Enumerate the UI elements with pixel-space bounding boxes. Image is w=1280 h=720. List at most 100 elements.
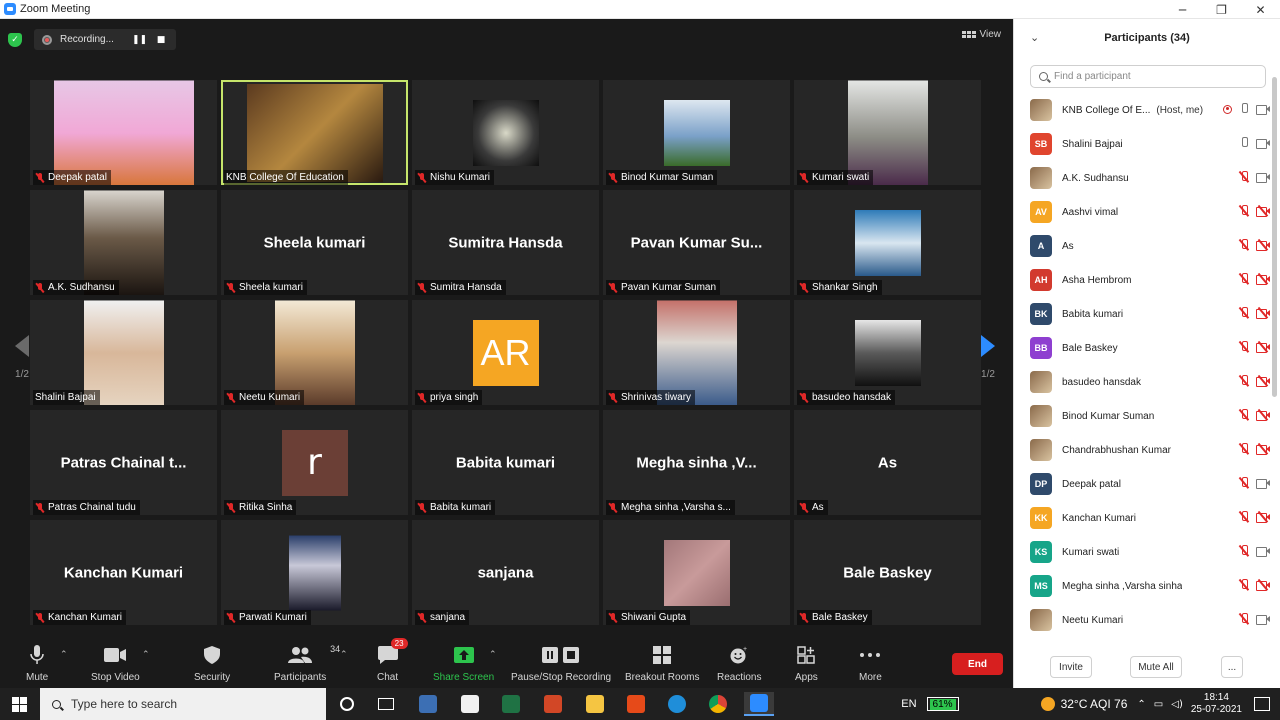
video-tile[interactable]: Shrinivas tiwary <box>603 300 790 405</box>
video-tile[interactable]: Pavan Kumar Su... Pavan Kumar Suman <box>603 190 790 295</box>
video-tile[interactable]: Shiwani Gupta <box>603 520 790 625</box>
mic-muted-icon[interactable] <box>1240 307 1248 319</box>
mic-muted-icon[interactable] <box>1240 239 1248 251</box>
panel-more-button[interactable]: ... <box>1221 656 1243 678</box>
invite-button[interactable]: Invite <box>1050 656 1092 678</box>
mute-button[interactable]: Mute <box>26 644 48 683</box>
chat-button[interactable]: 23 Chat <box>377 638 408 683</box>
video-tile[interactable]: Deepak patal <box>30 80 217 185</box>
video-camera-icon[interactable] <box>1256 172 1270 183</box>
language-indicator[interactable]: EN <box>901 698 916 710</box>
breakout-rooms-button[interactable]: Breakout Rooms <box>625 644 699 683</box>
video-off-icon[interactable] <box>1256 511 1270 523</box>
apps-button[interactable]: Apps <box>795 644 818 683</box>
mic-muted-icon[interactable] <box>1240 511 1248 523</box>
share-screen-button[interactable]: Share Screen <box>433 644 494 683</box>
battery-indicator[interactable]: 61% <box>926 697 959 711</box>
participant-row[interactable]: AV Aashvi vimal <box>1030 195 1270 229</box>
minimize-button[interactable]: ─ <box>1163 0 1202 19</box>
video-tile[interactable]: KNB College Of Education <box>221 80 408 185</box>
video-tile[interactable]: Shankar Singh <box>794 190 981 295</box>
video-options-caret-icon[interactable]: ⌃ <box>142 650 150 660</box>
more-button[interactable]: More <box>859 644 882 683</box>
participant-row[interactable]: SB Shalini Bajpai <box>1030 127 1270 161</box>
video-tile[interactable]: Kanchan Kumari Kanchan Kumari <box>30 520 217 625</box>
file-explorer-icon[interactable] <box>580 692 610 716</box>
view-button[interactable]: View <box>961 29 1001 40</box>
mic-muted-icon[interactable] <box>1240 273 1248 285</box>
video-tile[interactable]: Bale Baskey Bale Baskey <box>794 520 981 625</box>
participant-row[interactable]: Chandrabhushan Kumar <box>1030 433 1270 467</box>
video-tile[interactable]: r Ritika Sinha <box>221 410 408 515</box>
security-button[interactable]: Security <box>194 644 230 683</box>
participant-row[interactable]: KK Kanchan Kumari <box>1030 501 1270 535</box>
participant-row[interactable]: KNB College Of E... (Host, me) <box>1030 93 1270 127</box>
video-off-icon[interactable] <box>1256 341 1270 353</box>
mic-muted-icon[interactable] <box>1240 477 1248 489</box>
taskbar-search-box[interactable]: Type here to search <box>40 688 326 720</box>
video-off-icon[interactable] <box>1256 239 1270 251</box>
video-tile[interactable]: Sumitra Hansda Sumitra Hansda <box>412 190 599 295</box>
stop-recording-button[interactable]: ■ <box>154 35 168 45</box>
participant-row[interactable]: AH Asha Hembrom <box>1030 263 1270 297</box>
pause-recording-button[interactable]: ❚❚ <box>132 35 147 45</box>
video-camera-icon[interactable] <box>1256 614 1270 625</box>
find-participant-input[interactable]: Find a participant <box>1030 65 1266 88</box>
video-off-icon[interactable] <box>1256 375 1270 387</box>
video-camera-icon[interactable] <box>1256 546 1270 557</box>
video-tile[interactable]: basudeo hansdak <box>794 300 981 405</box>
participant-row[interactable]: A As <box>1030 229 1270 263</box>
notifications-icon[interactable] <box>1254 697 1270 711</box>
mic-muted-icon[interactable] <box>1240 443 1248 455</box>
mic-muted-icon[interactable] <box>1240 375 1248 387</box>
video-tile[interactable]: Babita kumari Babita kumari <box>412 410 599 515</box>
task-view-icon[interactable] <box>371 692 401 716</box>
video-tile[interactable]: Sheela kumari Sheela kumari <box>221 190 408 295</box>
video-tile[interactable]: Neetu Kumari <box>221 300 408 405</box>
mic-muted-icon[interactable] <box>1240 613 1248 625</box>
video-off-icon[interactable] <box>1256 579 1270 591</box>
audio-options-caret-icon[interactable]: ⌃ <box>60 650 68 660</box>
participant-row[interactable]: KS Kumari swati <box>1030 535 1270 569</box>
video-tile[interactable]: AR priya singh <box>412 300 599 405</box>
video-tile[interactable]: Binod Kumar Suman <box>603 80 790 185</box>
office-icon[interactable] <box>621 692 651 716</box>
mic-muted-icon[interactable] <box>1240 205 1248 217</box>
participant-row[interactable]: DP Deepak patal <box>1030 467 1270 501</box>
network-icon[interactable]: ▭ <box>1154 699 1163 710</box>
participant-row[interactable]: Binod Kumar Suman <box>1030 399 1270 433</box>
weather-text[interactable]: 32°C AQI 76 <box>1061 697 1128 711</box>
participant-row[interactable]: BK Babita kumari <box>1030 297 1270 331</box>
video-camera-icon[interactable] <box>1256 104 1270 115</box>
participants-caret-icon[interactable]: ⌃ <box>340 650 348 660</box>
windows-start-icon[interactable] <box>12 697 27 712</box>
video-tile[interactable]: Nishu Kumari <box>412 80 599 185</box>
video-camera-icon[interactable] <box>1256 478 1270 489</box>
reactions-button[interactable]: + Reactions <box>717 644 761 683</box>
store-icon[interactable] <box>455 692 485 716</box>
video-off-icon[interactable] <box>1256 307 1270 319</box>
participants-scrollbar[interactable] <box>1272 77 1277 397</box>
end-meeting-button[interactable]: End <box>952 653 1003 675</box>
powerpoint-icon[interactable] <box>538 692 568 716</box>
encryption-shield-icon[interactable]: ✓ <box>8 32 22 47</box>
mic-muted-icon[interactable] <box>1240 579 1248 591</box>
clock[interactable]: 18:14 25-07-2021 <box>1191 692 1242 716</box>
participant-row[interactable]: basudeo hansdak <box>1030 365 1270 399</box>
mic-muted-icon[interactable] <box>1240 409 1248 421</box>
maximize-button[interactable]: ❐ <box>1202 0 1241 19</box>
video-off-icon[interactable] <box>1256 205 1270 217</box>
participant-row[interactable]: Neetu Kumari <box>1030 603 1270 637</box>
participant-row[interactable]: A.K. Sudhansu <box>1030 161 1270 195</box>
video-off-icon[interactable] <box>1256 409 1270 421</box>
share-options-caret-icon[interactable]: ⌃ <box>489 650 497 660</box>
participant-row[interactable]: MS Megha sinha ,Varsha sinha <box>1030 569 1270 603</box>
video-tile[interactable]: As As <box>794 410 981 515</box>
excel-icon[interactable] <box>496 692 526 716</box>
video-tile[interactable]: Megha sinha ,V... Megha sinha ,Varsha s..… <box>603 410 790 515</box>
microphone-icon[interactable] <box>1240 103 1248 115</box>
mic-muted-icon[interactable] <box>1240 341 1248 353</box>
video-camera-icon[interactable] <box>1256 138 1270 149</box>
arrow-left-icon[interactable] <box>15 335 29 357</box>
video-tile[interactable]: Kumari swati <box>794 80 981 185</box>
